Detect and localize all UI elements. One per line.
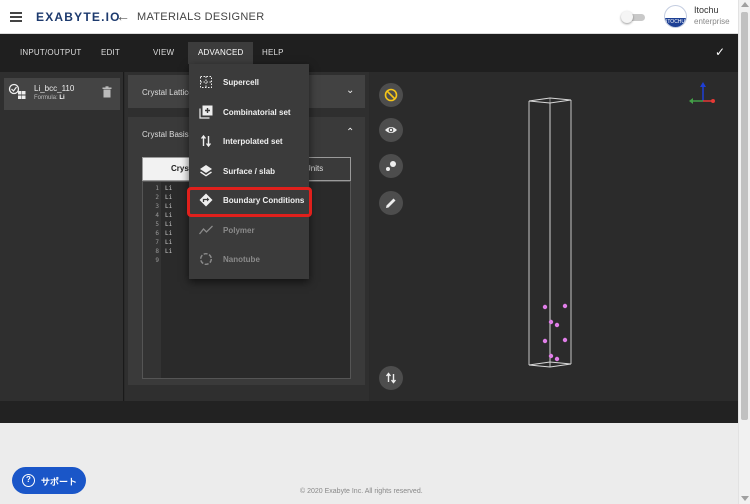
menu-item-label: Polymer (223, 226, 255, 235)
advanced-dropdown-menu: Supercell Combinatorial set Interpolated… (189, 64, 309, 279)
menu-item-label: Interpolated set (223, 137, 283, 146)
layers-icon (200, 165, 212, 177)
line-number: 8 (155, 248, 159, 255)
menu-item-supercell[interactable]: Supercell (189, 68, 309, 97)
back-arrow-icon[interactable]: ← (116, 8, 130, 24)
materials-list: Li_bcc_110 Formula: Li (0, 72, 124, 401)
grid-icon (200, 76, 212, 88)
line-number: 4 (155, 212, 159, 219)
atom (548, 319, 554, 325)
page-scrollbar[interactable] (738, 0, 750, 504)
atoms-icon (386, 161, 396, 171)
swap-vertical-icon (385, 372, 397, 384)
line-number: 9 (155, 257, 159, 264)
menu-item-nanotube: Nanotube (189, 245, 309, 274)
line-number: 1 (155, 185, 159, 192)
menu-item-label: Surface / slab (223, 167, 276, 176)
avatar[interactable]: ITOCHU (664, 5, 687, 28)
code-line: Li (165, 194, 173, 201)
line-number: 2 (155, 194, 159, 201)
user-name: Itochu (694, 5, 719, 15)
atom (562, 303, 568, 309)
menu-view[interactable]: VIEW (153, 48, 174, 57)
swap-vertical-icon (200, 134, 212, 148)
material-formula: Formula: Li (34, 95, 65, 101)
theme-toggle[interactable] (621, 11, 645, 23)
atoms-tool-button[interactable] (379, 154, 403, 178)
block-icon (384, 88, 398, 102)
material-item[interactable]: Li_bcc_110 Formula: Li (4, 78, 120, 110)
menu-icon[interactable] (10, 12, 22, 22)
pencil-icon (386, 198, 396, 208)
chart-line-icon (199, 225, 213, 235)
menu-item-combinatorial-set[interactable]: Combinatorial set (189, 98, 309, 127)
copyright-text: © 2020 Exabyte Inc. All rights reserved. (300, 488, 423, 495)
atom (554, 322, 560, 328)
atom (542, 304, 548, 310)
code-line: Li (165, 221, 173, 228)
highlight-annotation (187, 187, 312, 217)
code-line: Li (165, 203, 173, 210)
trash-icon[interactable] (102, 86, 112, 98)
code-line: Li (165, 212, 173, 219)
code-line: Li (165, 239, 173, 246)
menu-item-label: Nanotube (223, 255, 260, 264)
line-number: 5 (155, 221, 159, 228)
axis-indicator-icon (689, 82, 715, 104)
menu-edit[interactable]: EDIT (101, 48, 120, 57)
scroll-up-icon[interactable] (741, 2, 749, 7)
chevron-down-icon[interactable]: ⌄ (346, 85, 354, 96)
support-label: サポート (41, 477, 78, 487)
atom (554, 356, 560, 362)
chevron-up-icon[interactable]: ⌃ (346, 127, 354, 138)
code-line: Li (165, 185, 173, 192)
material-name: Li_bcc_110 (34, 84, 75, 93)
menu-advanced[interactable]: ADVANCED (188, 42, 254, 64)
crystal-cell-wireframe (528, 97, 572, 368)
menu-help[interactable]: HELP (262, 48, 284, 57)
user-role: enterprise (694, 17, 730, 26)
code-line: Li (165, 248, 173, 255)
atom (542, 338, 548, 344)
support-button[interactable]: ? サポート (12, 467, 86, 494)
menu-input-output[interactable]: INPUT/OUTPUT (20, 48, 82, 57)
code-line: Li (165, 230, 173, 237)
avatar-text: ITOCHU (665, 18, 686, 27)
swap-tool-button[interactable] (379, 366, 403, 390)
material-set-icon (8, 83, 26, 99)
circle-dashed-icon (199, 252, 213, 266)
block-tool-button[interactable] (379, 83, 403, 107)
footer: ? サポート © 2020 Exabyte Inc. All rights re… (0, 423, 738, 504)
app-bar: EXABYTE.IO ← MATERIALS DESIGNER ITOCHU I… (0, 0, 738, 34)
view-tool-button[interactable] (379, 118, 403, 142)
line-number: 3 (155, 203, 159, 210)
menu-item-label: Supercell (223, 78, 260, 87)
menu-item-surface-slab[interactable]: Surface / slab (189, 157, 309, 186)
atom (562, 337, 568, 343)
help-icon: ? (22, 474, 35, 487)
atom (548, 353, 554, 359)
edit-tool-button[interactable] (379, 191, 403, 215)
menu-item-polymer: Polymer (189, 216, 309, 245)
check-icon[interactable]: ✓ (715, 45, 725, 59)
menu-item-interpolated-set[interactable]: Interpolated set (189, 127, 309, 156)
crystal-basis-title: Crystal Basis (142, 130, 189, 139)
app-title: MATERIALS DESIGNER (137, 11, 265, 23)
scroll-thumb[interactable] (741, 12, 748, 420)
plus-box-icon (199, 105, 213, 119)
crystal-lattice-title: Crystal Lattice (142, 88, 193, 97)
line-number: 7 (155, 239, 159, 246)
menu-item-label: Combinatorial set (223, 108, 291, 117)
workspace: Li_bcc_110 Formula: Li Crystal Lattice ⌄… (0, 72, 738, 401)
scroll-down-icon[interactable] (741, 496, 749, 501)
menu-bar: INPUT/OUTPUT EDIT VIEW ADVANCED HELP ✓ (0, 34, 738, 72)
status-bar (0, 401, 738, 423)
eye-icon (385, 127, 397, 133)
3d-viewer[interactable] (370, 72, 738, 401)
logo[interactable]: EXABYTE.IO (36, 10, 121, 24)
line-number: 6 (155, 230, 159, 237)
